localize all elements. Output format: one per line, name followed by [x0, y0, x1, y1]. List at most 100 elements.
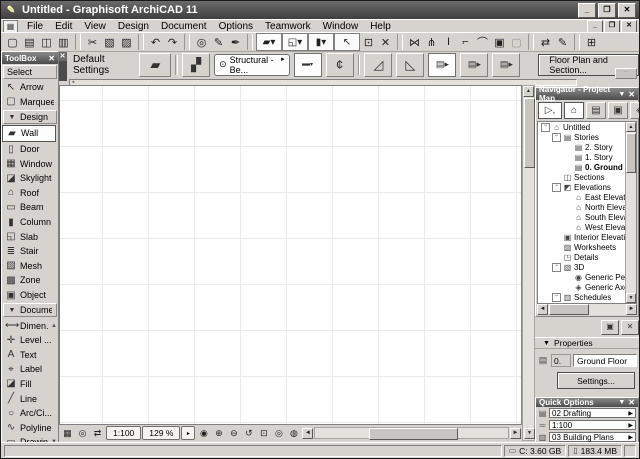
menu-item[interactable]: Options — [213, 21, 259, 32]
construction-method-3-button[interactable]: ▤▸ — [492, 52, 521, 77]
pan-mode-button[interactable]: ⇄ — [90, 427, 105, 440]
tool-line[interactable]: ╱ Line — [2, 391, 58, 406]
rotate-button[interactable]: ⇄ — [537, 34, 554, 50]
print-button[interactable]: ▥ — [55, 34, 72, 50]
menu-item[interactable]: Design — [112, 21, 155, 32]
quick-options-menu-icon[interactable]: ▼ — [618, 399, 625, 406]
wall-settings-button[interactable]: ▰ — [139, 52, 172, 77]
docked-palette-handle[interactable]: ⋯ — [615, 68, 637, 79]
tree-expander-icon[interactable]: − — [552, 132, 561, 142]
figure-button[interactable]: ⊞ — [583, 34, 600, 50]
construction-method-1-button[interactable]: ▤▸ — [428, 52, 457, 77]
intersect-button[interactable]: ⋈ — [406, 34, 423, 50]
copy-button[interactable]: ▧ — [101, 34, 118, 50]
pick-up-parameters-button[interactable]: ✎ — [210, 34, 227, 50]
highlight-button[interactable]: ✎ — [554, 34, 571, 50]
tree-scroll-left-icon[interactable]: ◄ — [537, 304, 548, 315]
quick-option-dropdown[interactable]: 03 Building Plans ▶ — [549, 432, 636, 442]
document-section-header[interactable]: ▼ Document — [3, 303, 57, 318]
fit-in-window-button[interactable]: ⊡ — [256, 427, 271, 440]
tree-item[interactable]: − ▤ Stories — [538, 132, 625, 142]
tool-wall[interactable]: ▰ Wall — [2, 125, 56, 142]
tree-item[interactable]: ▦ Element — [538, 302, 625, 304]
toolbar-separator[interactable] — [574, 34, 580, 50]
quick-options-title-bar[interactable]: Quick Options ▼ ✕ — [536, 398, 638, 407]
vertical-scroll-thumb[interactable] — [524, 98, 535, 168]
tree-expander-icon[interactable]: − — [552, 292, 561, 302]
redo-button[interactable]: ↷ — [164, 34, 181, 50]
trim-button[interactable]: ⌐ — [457, 34, 474, 50]
tool-arc-circle[interactable]: ○ Arc/Ci... — [2, 406, 58, 421]
tool-scroll-arrow-icon[interactable]: ▲ — [51, 323, 58, 329]
tool-text[interactable]: A Text — [2, 348, 58, 363]
zoom-level-button[interactable]: 129 % — [142, 426, 181, 440]
tree-item[interactable]: − ◩ Elevations — [538, 182, 625, 192]
adjust-button[interactable]: I — [440, 34, 457, 50]
tree-expander-icon[interactable]: − — [552, 182, 561, 192]
tree-item[interactable]: − ▧ 3D — [538, 262, 625, 272]
tool-arrow[interactable]: ↖ Arrow — [2, 80, 58, 95]
wall-tool-dropdown[interactable]: ▰▾ — [256, 33, 282, 51]
properties-collapse-icon[interactable]: ▼ — [543, 340, 550, 347]
tool-dimension[interactable]: ⟷ Dimen... ▲ — [2, 318, 58, 333]
construction-method-2-button[interactable]: ▤▸ — [460, 52, 489, 77]
tool-skylight[interactable]: ◪ Skylight — [2, 171, 58, 186]
tree-expander-icon[interactable] — [563, 163, 572, 172]
select-header[interactable]: Select — [3, 65, 57, 79]
scale-button[interactable]: 1:100 — [106, 426, 142, 440]
tool-door[interactable]: ▯ Door — [2, 142, 58, 157]
restore-button[interactable]: ❐ — [598, 2, 616, 18]
tree-item[interactable]: ◳ Details — [538, 252, 625, 262]
publisher-sets-tab[interactable]: ◈ — [630, 102, 639, 119]
zoom-out-button[interactable]: ⊖ — [226, 427, 241, 440]
wall-end-left-button[interactable]: ◿ — [364, 52, 393, 77]
toolbar-separator[interactable] — [138, 34, 144, 50]
tree-expander-icon[interactable] — [563, 283, 572, 292]
zoom-options-button[interactable]: ◉ — [196, 427, 211, 440]
tree-expander-icon[interactable] — [552, 253, 561, 262]
find-select-button[interactable]: ◎ — [193, 34, 210, 50]
open-button[interactable]: ▤ — [21, 34, 38, 50]
tool-column[interactable]: ▮ Column — [2, 215, 58, 230]
palette-close-button[interactable]: ✕ — [621, 320, 639, 335]
tree-scroll-right-icon[interactable]: ► — [626, 304, 637, 315]
tree-item[interactable]: ⌂ East Elevatio — [538, 192, 625, 202]
tree-item[interactable]: ⌂ West Elevati — [538, 222, 625, 232]
tree-expander-icon[interactable] — [552, 243, 561, 252]
menu-item[interactable]: Window — [317, 21, 365, 32]
pan-hand-button[interactable]: ↺ — [241, 427, 256, 440]
expand-arrow-icon[interactable]: ▸ — [181, 426, 196, 440]
infobox-close-icon[interactable]: ✕ — [58, 52, 67, 61]
infobox-drag-handle[interactable]: ✕ — [58, 52, 67, 81]
paste-button[interactable]: ▨ — [118, 34, 135, 50]
canvas-vertical-scrollbar[interactable]: ▲ ▼ — [522, 85, 535, 441]
minimize-button[interactable]: _ — [578, 2, 596, 18]
infobox-scroll-left-icon[interactable]: ◄ — [71, 79, 75, 84]
story-name-field[interactable]: Ground Floor — [573, 354, 637, 367]
scroll-up-icon[interactable]: ▲ — [523, 86, 534, 97]
fillet-button[interactable]: ⌒ — [474, 34, 491, 50]
tree-item[interactable]: ▤ 2. Story — [538, 142, 625, 152]
tree-expander-icon[interactable]: − — [552, 262, 561, 272]
new-button[interactable]: ▢ — [4, 34, 21, 50]
tree-item[interactable]: ▨ Worksheets — [538, 242, 625, 252]
previous-zoom-button[interactable]: ◎ — [271, 427, 286, 440]
tool-mesh[interactable]: ▨ Mesh — [2, 259, 58, 274]
delete-button[interactable]: ✕ — [377, 34, 394, 50]
tree-expander-icon[interactable] — [552, 173, 561, 182]
settings-button[interactable]: Settings... — [557, 372, 635, 389]
ungroup-button[interactable]: ▢ — [508, 34, 525, 50]
menu-item[interactable]: Document — [155, 21, 213, 32]
quick-option-dropdown[interactable]: 1:100 ▶ — [549, 420, 636, 430]
quick-option-dropdown[interactable]: 02 Drafting ▶ — [549, 408, 636, 418]
wall-end-right-button[interactable]: ◺ — [396, 52, 425, 77]
tool-beam[interactable]: ▭ Beam — [2, 200, 58, 215]
pen-set-button[interactable]: ▦ — [60, 427, 75, 440]
tool-roof[interactable]: ⌂ Roof — [2, 186, 58, 201]
tree-item[interactable]: − ⌂ Untitled — [538, 122, 625, 132]
arrow-tool-button[interactable]: ↖ — [334, 33, 360, 51]
toolbar-separator[interactable] — [397, 34, 403, 50]
split-button[interactable]: ⋔ — [423, 34, 440, 50]
tree-scroll-down-icon[interactable]: ▼ — [626, 293, 636, 303]
tool-slab[interactable]: ◱ Slab — [2, 229, 58, 244]
